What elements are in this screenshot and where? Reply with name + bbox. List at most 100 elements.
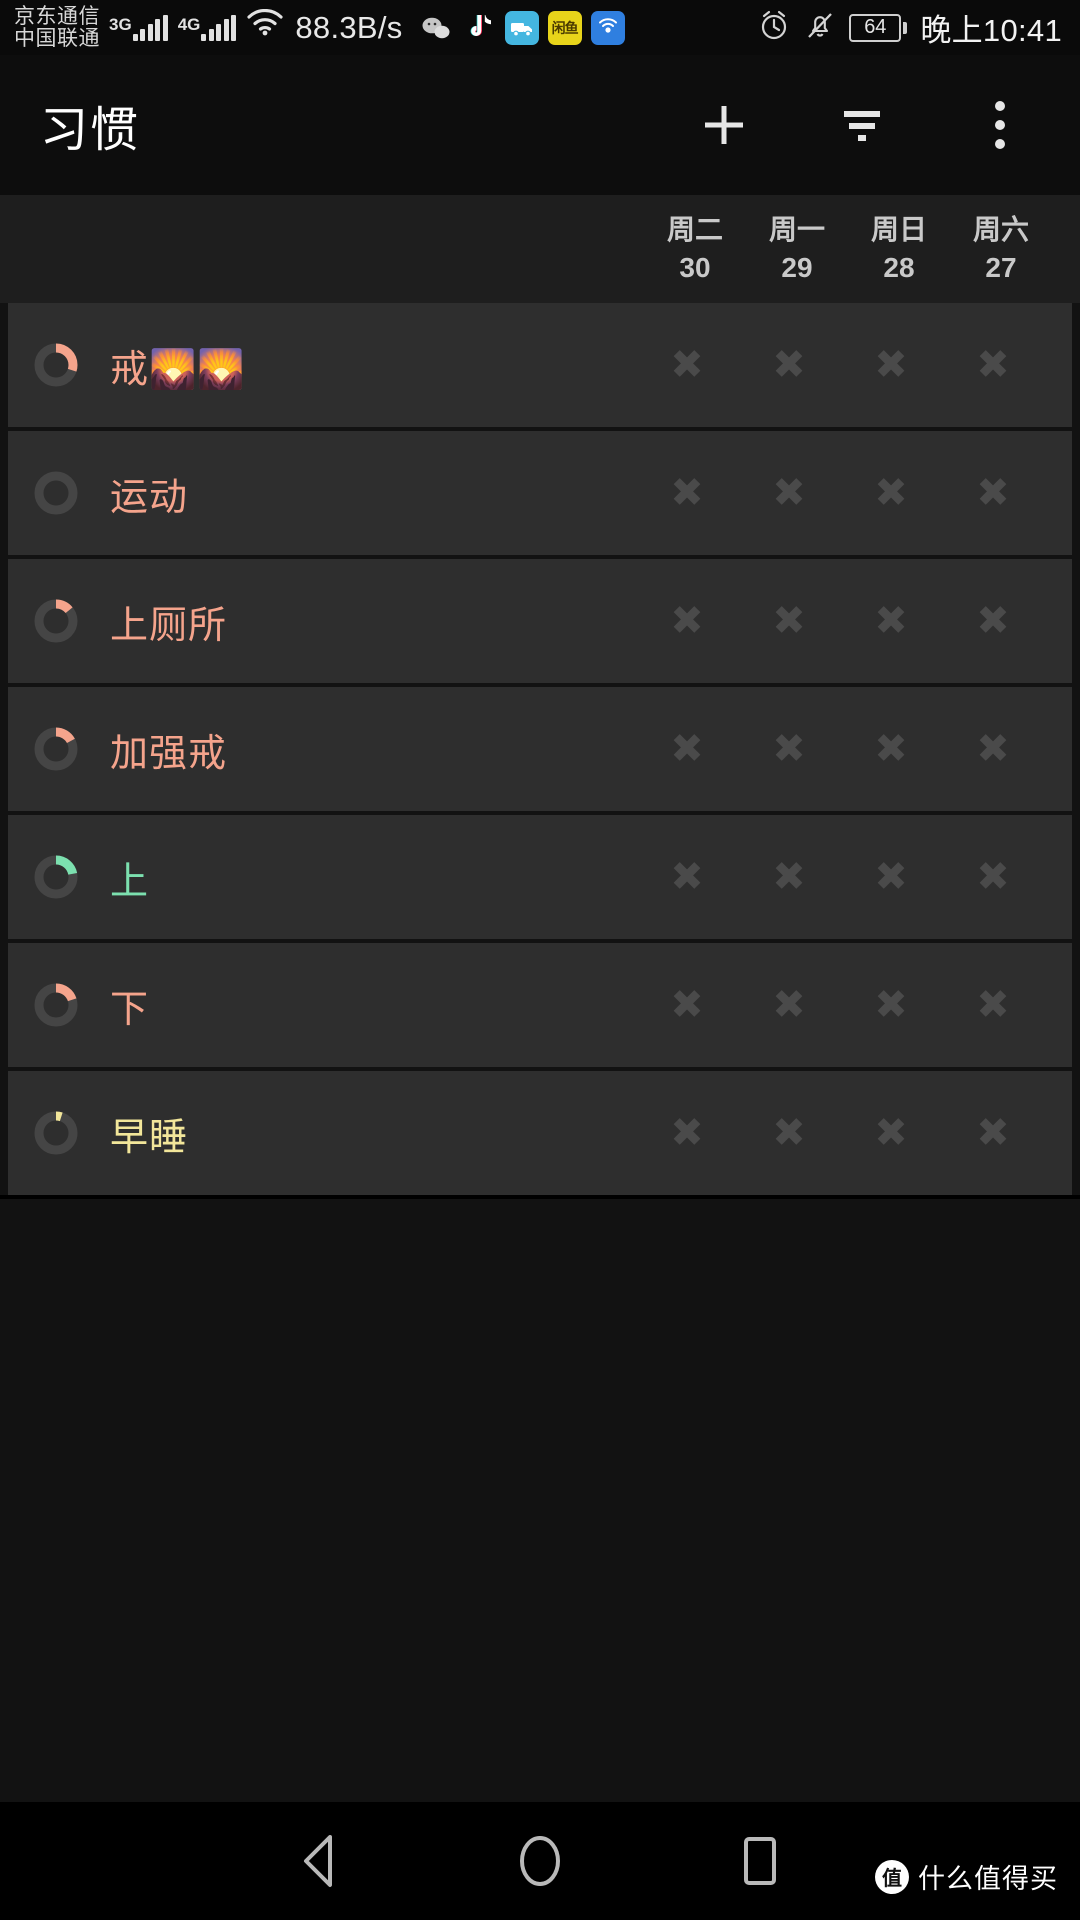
signal-bars-2-icon bbox=[201, 14, 237, 41]
habit-check-cell[interactable]: ✖ bbox=[636, 473, 738, 513]
habit-check-cell[interactable]: ✖ bbox=[942, 345, 1044, 385]
carrier-line-2: 中国联通 bbox=[14, 27, 100, 50]
watermark-badge: 值 bbox=[875, 1859, 909, 1894]
habit-row[interactable]: 上厕所 ✖ ✖ ✖ ✖ bbox=[8, 559, 1072, 683]
cross-icon: ✖ bbox=[874, 471, 908, 515]
habit-check-cell[interactable]: ✖ bbox=[636, 1113, 738, 1153]
cross-icon: ✖ bbox=[670, 727, 704, 771]
app-bar: 习惯 bbox=[0, 55, 1080, 195]
page-title: 习惯 bbox=[40, 104, 141, 157]
cross-icon: ✖ bbox=[670, 599, 704, 643]
filter-icon[interactable] bbox=[834, 97, 890, 153]
habit-check-cells: ✖ ✖ ✖ ✖ bbox=[636, 1113, 1072, 1153]
alarm-clock-icon bbox=[757, 8, 791, 47]
day-weekday: 周一 bbox=[768, 214, 825, 246]
habit-check-cell[interactable]: ✖ bbox=[840, 345, 942, 385]
habit-check-cells: ✖ ✖ ✖ ✖ bbox=[636, 985, 1072, 1025]
habit-name: 戒🌄🌄 bbox=[110, 348, 246, 391]
habit-name: 上厕所 bbox=[110, 604, 228, 647]
habit-progress-ring[interactable] bbox=[32, 853, 80, 901]
cross-icon: ✖ bbox=[976, 471, 1010, 515]
day-header-cell: 周日 28 bbox=[848, 211, 950, 287]
habit-check-cell[interactable]: ✖ bbox=[738, 857, 840, 897]
habit-row[interactable]: 运动 ✖ ✖ ✖ ✖ bbox=[8, 431, 1072, 555]
app-bar-actions bbox=[696, 97, 1040, 153]
bell-muted-icon bbox=[804, 8, 836, 47]
habit-check-cells: ✖ ✖ ✖ ✖ bbox=[636, 729, 1072, 769]
habit-check-cell[interactable]: ✖ bbox=[738, 601, 840, 641]
battery-level-text: 64 bbox=[849, 13, 902, 42]
habit-progress-ring[interactable] bbox=[32, 981, 80, 1029]
cross-icon: ✖ bbox=[670, 855, 704, 899]
habit-name: 运动 bbox=[110, 476, 189, 519]
back-triangle-icon[interactable] bbox=[285, 1826, 355, 1896]
habit-check-cell[interactable]: ✖ bbox=[738, 345, 840, 385]
habit-check-cell[interactable]: ✖ bbox=[738, 985, 840, 1025]
habit-check-cell[interactable]: ✖ bbox=[942, 985, 1044, 1025]
carrier-names: 京东通信 中国联通 bbox=[14, 5, 100, 51]
habit-row[interactable]: 早睡 ✖ ✖ ✖ ✖ bbox=[8, 1071, 1072, 1195]
more-vertical-icon[interactable] bbox=[972, 97, 1028, 153]
watermark: 值 什么值得买 bbox=[875, 1857, 1058, 1896]
battery-indicator: 64 bbox=[849, 13, 908, 42]
cross-icon: ✖ bbox=[670, 1111, 704, 1155]
habit-name: 早睡 bbox=[110, 1116, 189, 1159]
habit-check-cell[interactable]: ✖ bbox=[840, 601, 942, 641]
habit-check-cell[interactable]: ✖ bbox=[942, 857, 1044, 897]
day-header-cell: 周二 30 bbox=[644, 211, 746, 287]
cross-icon: ✖ bbox=[976, 727, 1010, 771]
status-clock: 晚上10:41 bbox=[920, 13, 1062, 48]
watermark-text: 什么值得买 bbox=[918, 1864, 1058, 1894]
habit-row[interactable]: 下 ✖ ✖ ✖ ✖ bbox=[8, 943, 1072, 1067]
status-bar: 京东通信 中国联通 3G 4G 88.3B/s 闲鱼 64 晚上10:41 bbox=[0, 0, 1080, 55]
habit-progress-ring[interactable] bbox=[32, 1109, 80, 1157]
cross-icon: ✖ bbox=[772, 599, 806, 643]
habit-check-cell[interactable]: ✖ bbox=[636, 857, 738, 897]
list-empty-area bbox=[0, 1199, 1080, 1802]
habit-check-cell[interactable]: ✖ bbox=[840, 1113, 942, 1153]
home-circle-icon[interactable] bbox=[505, 1826, 575, 1896]
habit-check-cell[interactable]: ✖ bbox=[636, 345, 738, 385]
habit-check-cell[interactable]: ✖ bbox=[840, 857, 942, 897]
day-header-cell: 周六 27 bbox=[950, 211, 1052, 287]
cross-icon: ✖ bbox=[976, 1111, 1010, 1155]
habit-row[interactable]: 上 ✖ ✖ ✖ ✖ bbox=[8, 815, 1072, 939]
habit-check-cell[interactable]: ✖ bbox=[636, 729, 738, 769]
recents-square-icon[interactable] bbox=[725, 1826, 795, 1896]
cross-icon: ✖ bbox=[670, 343, 704, 387]
signal-4g-group: 4G bbox=[178, 8, 237, 48]
habit-check-cell[interactable]: ✖ bbox=[738, 473, 840, 513]
habit-check-cell[interactable]: ✖ bbox=[840, 985, 942, 1025]
delivery-icon bbox=[504, 10, 539, 45]
habit-check-cell[interactable]: ✖ bbox=[840, 473, 942, 513]
day-date: 27 bbox=[985, 252, 1017, 283]
xianyu-icon: 闲鱼 bbox=[547, 10, 582, 45]
tiktok-icon bbox=[462, 11, 496, 45]
cross-icon: ✖ bbox=[772, 471, 806, 515]
habit-progress-ring[interactable] bbox=[32, 597, 80, 645]
cross-icon: ✖ bbox=[772, 983, 806, 1027]
habit-name: 下 bbox=[110, 988, 150, 1031]
habit-list: 戒🌄🌄 ✖ ✖ ✖ ✖ 运动 ✖ ✖ ✖ ✖ 上厕所 ✖ ✖ ✖ ✖ 加强戒 ✖ ✖ ✖ ✖ 上 ✖ ✖ ✖ ✖ 下 ✖ ✖ ✖ ✖ 早睡 ✖… bbox=[0, 303, 1080, 1195]
habit-progress-ring[interactable] bbox=[32, 341, 80, 389]
habit-check-cell[interactable]: ✖ bbox=[942, 601, 1044, 641]
habit-row[interactable]: 戒🌄🌄 ✖ ✖ ✖ ✖ bbox=[8, 303, 1072, 427]
habit-progress-ring[interactable] bbox=[32, 725, 80, 773]
habit-progress-ring[interactable] bbox=[32, 469, 80, 517]
day-header-row: 周二 30 周一 29 周日 28 周六 27 bbox=[0, 195, 1080, 303]
cross-icon: ✖ bbox=[976, 855, 1010, 899]
add-habit-button[interactable] bbox=[696, 97, 752, 153]
habit-check-cell[interactable]: ✖ bbox=[942, 473, 1044, 513]
habit-check-cell[interactable]: ✖ bbox=[738, 1113, 840, 1153]
day-weekday: 周六 bbox=[972, 214, 1029, 246]
habit-check-cell[interactable]: ✖ bbox=[738, 729, 840, 769]
habit-check-cell[interactable]: ✖ bbox=[840, 729, 942, 769]
habit-check-cells: ✖ ✖ ✖ ✖ bbox=[636, 345, 1072, 385]
habit-check-cell[interactable]: ✖ bbox=[636, 601, 738, 641]
habit-check-cell[interactable]: ✖ bbox=[942, 729, 1044, 769]
habit-row[interactable]: 加强戒 ✖ ✖ ✖ ✖ bbox=[8, 687, 1072, 811]
habit-check-cell[interactable]: ✖ bbox=[942, 1113, 1044, 1153]
habit-check-cell[interactable]: ✖ bbox=[636, 985, 738, 1025]
notification-icons: 闲鱼 bbox=[419, 10, 625, 45]
day-date: 29 bbox=[781, 252, 813, 283]
